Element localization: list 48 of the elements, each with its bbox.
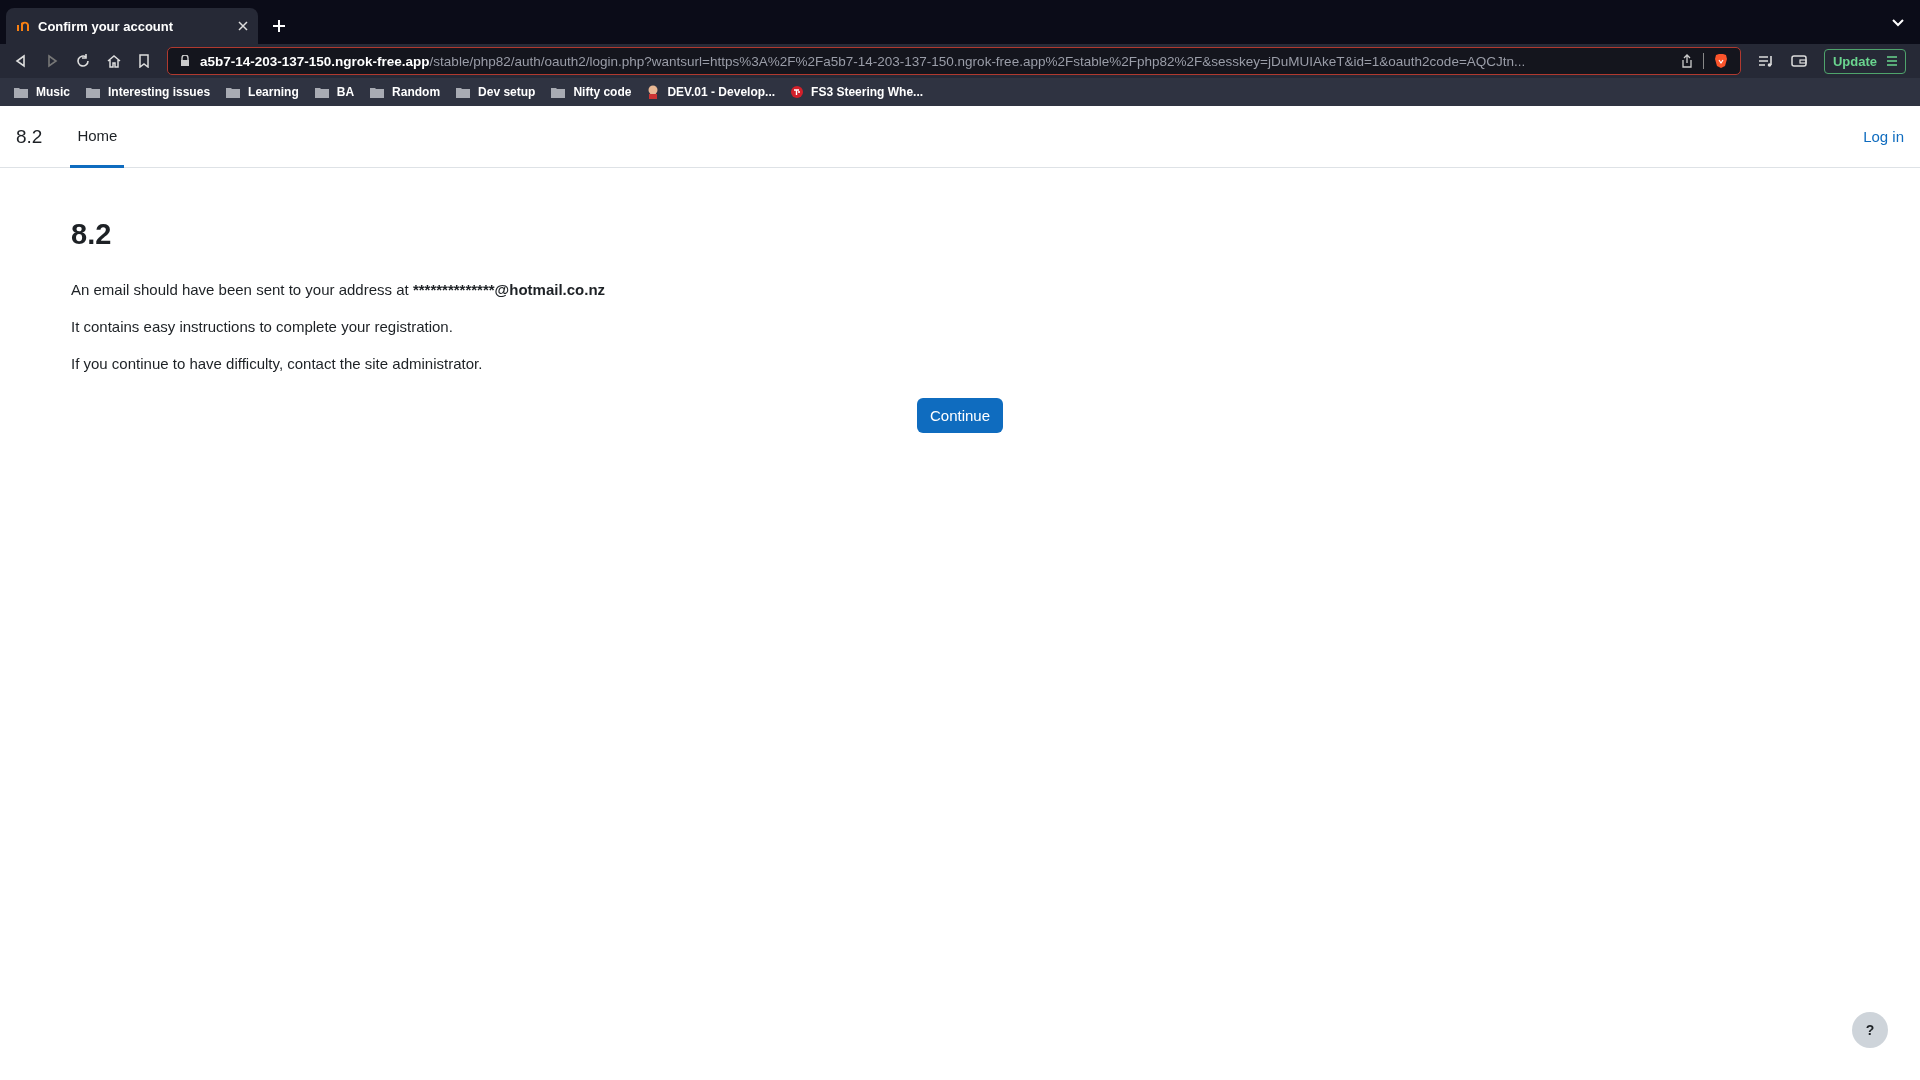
folder-icon	[226, 86, 241, 98]
bookmark-item[interactable]: Learning	[226, 85, 299, 99]
share-icon[interactable]	[1680, 54, 1693, 68]
update-button[interactable]: Update	[1823, 48, 1906, 74]
playlist-icon[interactable]	[1757, 54, 1774, 68]
bookmark-item[interactable]: BA	[314, 85, 355, 99]
lock-icon	[180, 55, 190, 67]
bookmark-item[interactable]: Nifty code	[551, 85, 632, 99]
bookmark-item[interactable]: Music	[14, 85, 70, 99]
email-sent-message: An email should have been sent to your address at **************@hotmail.co.nz	[71, 281, 607, 298]
tab-title: Confirm your account	[38, 18, 175, 34]
chevron-down-icon[interactable]	[1892, 19, 1904, 27]
continue-button[interactable]: Continue	[916, 398, 1003, 433]
folder-icon	[86, 86, 100, 98]
folder-icon	[370, 86, 385, 98]
browser-tab[interactable]: Confirm your account	[6, 8, 258, 44]
reload-icon[interactable]	[76, 54, 90, 68]
folder-icon	[456, 86, 471, 98]
url-host: a5b7-14-203-137-150.ngrok-free.app	[200, 53, 430, 69]
info-paragraph: If you continue to have difficulty, contact the site administrator.	[71, 355, 484, 372]
wallet-icon[interactable]	[1790, 54, 1807, 68]
lion-shield-icon[interactable]	[1713, 53, 1728, 69]
page-heading: 8.2	[71, 218, 113, 251]
menu-icon	[1887, 56, 1897, 66]
tr-logo-icon	[791, 86, 804, 98]
folder-icon	[14, 86, 28, 98]
bookmark-item[interactable]: Random	[370, 85, 441, 99]
login-link[interactable]: Log in	[1863, 106, 1904, 167]
nav-tab[interactable]: Home	[70, 106, 125, 168]
bookmark-item[interactable]: FS3 Steering Whe...	[791, 85, 924, 99]
cartoon-face-icon	[647, 85, 660, 99]
site-name[interactable]: 8.2	[16, 106, 43, 167]
bookmark-icon[interactable]	[138, 54, 150, 68]
forward-icon[interactable]	[45, 54, 59, 68]
bookmark-item[interactable]: DEV.01 - Develop...	[647, 85, 776, 99]
info-paragraph: It contains easy instructions to complete your registration.	[71, 318, 454, 335]
help-button[interactable]: ?	[1852, 1012, 1888, 1048]
home-icon[interactable]	[107, 54, 121, 68]
folder-icon	[551, 86, 566, 98]
bookmark-item[interactable]: Dev setup	[456, 85, 536, 99]
back-icon[interactable]	[14, 54, 28, 68]
bookmark-item[interactable]: Interesting issues	[86, 85, 211, 99]
close-icon[interactable]	[238, 21, 248, 31]
url-path: /stable/php82/auth/oauth2/login.php?wantsurl=https%3A%2F%2Fa5b7-14-203-137-150.ngrok-free.app%2Fstable%2Fphp82%2F&sesskey=jDuMUIAkeT&id=1&oauth2code=AQCJtn...	[429, 53, 1526, 69]
address-bar[interactable]: a5b7-14-203-137-150.ngrok-free.app/stable/php82/auth/oauth2/login.php?wantsurl=https%3A%2F%2Fa5b7-14-203-137-150.ngrok-free.app%2Fstable%2Fphp82%2F&sesskey=jDuMUIAkeT&id=1&oauth2code=AQCJtn...	[167, 47, 1741, 75]
folder-icon	[314, 86, 329, 98]
site-logo-icon	[16, 20, 30, 32]
new-tab-icon[interactable]	[272, 19, 286, 33]
